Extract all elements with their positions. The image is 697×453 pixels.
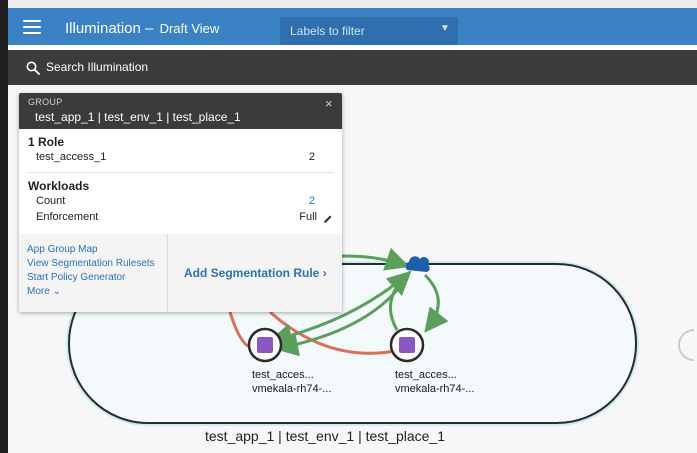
panel-group-name: test_app_1 | test_env_1 | test_place_1	[35, 110, 241, 124]
more-label: More	[27, 286, 50, 297]
add-segmentation-rule-button[interactable]: Add Segmentation Rule ›	[184, 266, 327, 280]
enforcement-label: Enforcement	[36, 211, 99, 223]
section-divider	[27, 172, 334, 173]
node-name: test_acces...	[252, 369, 314, 381]
group-label: test_app_1 | test_env_1 | test_place_1	[205, 428, 446, 444]
close-icon[interactable]: ×	[325, 96, 333, 111]
workload-count-label: Count	[36, 195, 66, 207]
chevron-down-icon: ⌄	[52, 286, 61, 297]
pencil-icon[interactable]	[323, 214, 333, 224]
node-host: vmekala-rh74-...	[395, 383, 475, 395]
workload-icon	[399, 337, 415, 353]
workloads-section-title: Workloads	[28, 179, 90, 193]
add-rule-label: Add Segmentation Rule	[184, 266, 320, 280]
workload-node[interactable]	[247, 327, 283, 363]
role-count: 2	[308, 151, 315, 163]
panel-footer: App Group Map View Segmentation Rulesets…	[19, 234, 342, 312]
workload-count-link[interactable]: 2	[289, 195, 315, 207]
group-details-panel: GROUP test_app_1 | test_env_1 | test_pla…	[19, 93, 342, 312]
start-policy-generator-link[interactable]: Start Policy Generator	[27, 272, 125, 283]
workload-node[interactable]	[389, 327, 425, 363]
role-name: test_access_1	[36, 151, 107, 163]
cloud-icon[interactable]	[405, 256, 430, 272]
chevron-right-icon: ›	[322, 266, 327, 280]
app-window: Illumination – Draft View Labels to filt…	[0, 0, 697, 453]
view-segmentation-rulesets-link[interactable]: View Segmentation Rulesets	[27, 258, 155, 269]
node-label: test_acces... vmekala-rh74-...	[395, 368, 474, 396]
node-label: test_acces... vmekala-rh74-...	[252, 368, 331, 396]
workload-icon	[257, 337, 273, 353]
more-menu[interactable]: More ⌄	[27, 286, 61, 297]
node-name: test_acces...	[395, 369, 457, 381]
offscreen-group-edge	[678, 329, 695, 361]
node-host: vmekala-rh74-...	[252, 383, 332, 395]
footer-divider	[167, 234, 168, 312]
enforcement-value: Full	[299, 211, 317, 223]
panel-header: GROUP test_app_1 | test_env_1 | test_pla…	[19, 93, 342, 129]
panel-kicker: GROUP	[28, 97, 63, 107]
app-group-map-link[interactable]: App Group Map	[27, 244, 98, 255]
roles-section-title: 1 Role	[28, 135, 65, 149]
